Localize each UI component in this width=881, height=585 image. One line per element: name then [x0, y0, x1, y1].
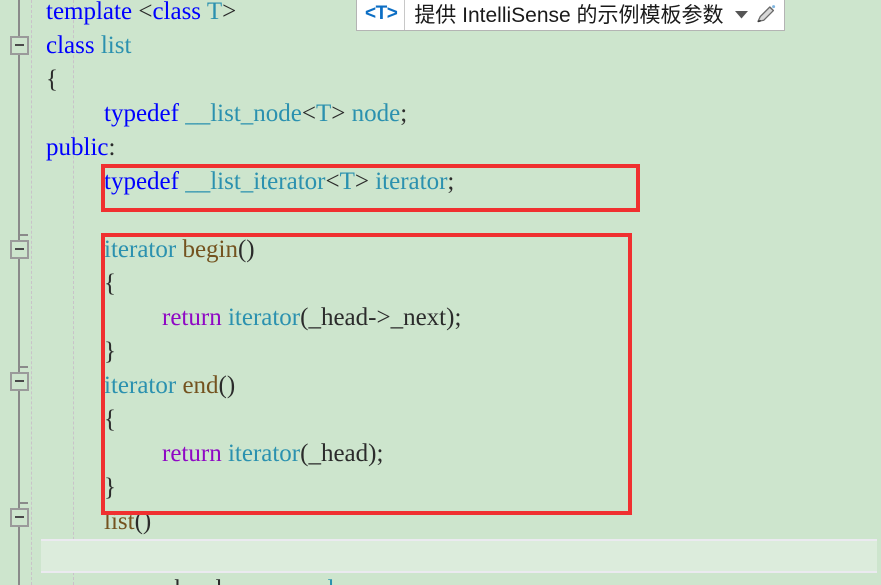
code-line[interactable]: } — [34, 471, 881, 505]
code-token-fn: begin — [182, 236, 238, 263]
folding-gutter — [0, 0, 34, 585]
code-token-type: __list_iterator — [185, 168, 326, 195]
code-line[interactable]: { — [34, 267, 881, 301]
code-token-type: list — [100, 32, 132, 59]
code-line-text: return iterator(_head); — [34, 440, 383, 467]
fold-branch-tick — [19, 366, 28, 368]
collapse-region-button[interactable] — [10, 36, 29, 55]
code-line-text: list() — [34, 508, 151, 535]
code-token-punc: ; — [345, 576, 352, 585]
code-line[interactable]: return iterator(_head->_next); — [34, 301, 881, 335]
code-token-kw: typedef — [104, 100, 179, 127]
code-line[interactable]: typedef __list_node<T> node; — [34, 97, 881, 131]
code-line-text: iterator end() — [34, 372, 235, 399]
code-token-punc: : — [108, 134, 116, 161]
code-token-kw: class — [152, 0, 202, 25]
code-token-punc: ; — [447, 168, 455, 195]
code-line[interactable]: } — [34, 335, 881, 369]
code-line-text: public: — [34, 134, 115, 161]
code-token-ret: return — [162, 440, 222, 467]
code-token-punc: () — [134, 508, 152, 535]
collapse-region-button[interactable] — [10, 508, 29, 527]
code-token-type: iterator — [375, 168, 448, 195]
code-token-type: node — [351, 100, 401, 127]
collapse-region-button[interactable] — [10, 372, 29, 391]
code-token-punc: { — [104, 406, 116, 433]
code-line[interactable]: list() — [34, 505, 881, 539]
code-line-text: return iterator(_head->_next); — [34, 304, 461, 331]
code-token-punc: (_head); — [300, 440, 384, 467]
fold-branch-tick — [19, 502, 28, 504]
code-line-text: { — [34, 270, 116, 297]
code-line[interactable]: public: — [34, 131, 881, 165]
code-token-type: __list_node — [185, 100, 302, 127]
indent-guide — [31, 0, 32, 585]
code-token-punc: { — [46, 66, 58, 93]
code-lines-container[interactable]: template <class T> class list{typedef __l… — [34, 0, 881, 585]
collapse-region-button[interactable] — [10, 240, 29, 259]
code-line-text: class list — [34, 32, 131, 59]
code-token-punc: { — [104, 270, 116, 297]
code-token-punc: < — [138, 0, 153, 25]
code-token-type: T — [316, 100, 332, 127]
code-line[interactable]: class list — [34, 29, 881, 63]
code-line[interactable]: iterator end() — [34, 369, 881, 403]
chevron-down-icon[interactable] — [732, 10, 752, 19]
code-token-punc: (_head->_next); — [300, 304, 462, 331]
code-token-type: iterator — [227, 304, 301, 331]
code-token-plain: _head = — [162, 576, 248, 585]
code-line-text: { — [34, 66, 58, 93]
code-line[interactable]: return iterator(_head); — [34, 437, 881, 471]
code-token-punc: () — [237, 236, 255, 263]
code-token-fn: end — [182, 372, 219, 399]
code-line[interactable]: typedef __list_iterator<T> iterator; — [34, 165, 881, 199]
code-line-text: typedef __list_iterator<T> iterator; — [34, 168, 454, 195]
intellisense-template-param-tooltip[interactable]: <T> 提供 IntelliSense 的示例模板参数 — [356, 0, 785, 31]
code-token-punc: > — [331, 100, 352, 127]
code-token-type: node — [296, 576, 345, 585]
code-token-punc: > — [222, 0, 237, 25]
code-line[interactable] — [34, 199, 881, 233]
code-token-kw: template — [46, 0, 133, 25]
code-token-kw: typedef — [104, 168, 179, 195]
code-line[interactable]: iterator begin() — [34, 233, 881, 267]
code-line-text: } — [34, 338, 116, 365]
code-token-fn: list — [104, 508, 135, 535]
code-line[interactable]: _head = new node; — [34, 573, 881, 585]
code-line-text: typedef __list_node<T> node; — [34, 100, 407, 127]
code-line-text: { — [34, 406, 116, 433]
code-token-punc: > — [354, 168, 376, 195]
code-token-punc: } — [104, 338, 116, 365]
code-token-type: T — [206, 0, 223, 25]
code-line-text: iterator begin() — [34, 236, 255, 263]
tooltip-description: 提供 IntelliSense 的示例模板参数 — [414, 4, 724, 27]
code-token-punc: < — [325, 168, 340, 195]
code-token-type: iterator — [104, 372, 177, 399]
code-token-ret: return — [162, 304, 222, 331]
pencil-icon[interactable] — [752, 3, 784, 25]
code-line-text: template <class T> — [34, 0, 236, 25]
fold-branch-tick — [19, 234, 28, 236]
code-line[interactable]: { — [34, 63, 881, 97]
code-token-type: iterator — [104, 236, 177, 263]
code-line[interactable]: { — [34, 403, 881, 437]
code-line-text: _head = new node; — [34, 576, 352, 585]
code-token-punc: < — [301, 100, 316, 127]
code-token-kw: new — [248, 576, 290, 585]
code-token-punc: } — [104, 474, 116, 501]
code-token-kw: class — [46, 32, 95, 59]
template-param-token: <T> — [365, 3, 398, 24]
code-token-punc: () — [218, 372, 236, 399]
code-token-type: T — [339, 168, 355, 195]
current-line-highlight — [41, 539, 877, 573]
code-token-type: iterator — [227, 440, 301, 467]
code-line-text: } — [34, 474, 116, 501]
code-token-punc: ; — [400, 100, 408, 127]
fold-spine-line — [18, 0, 20, 585]
code-editor-viewport: template <class T> class list{typedef __l… — [0, 0, 881, 585]
code-token-kw: public — [46, 134, 109, 161]
